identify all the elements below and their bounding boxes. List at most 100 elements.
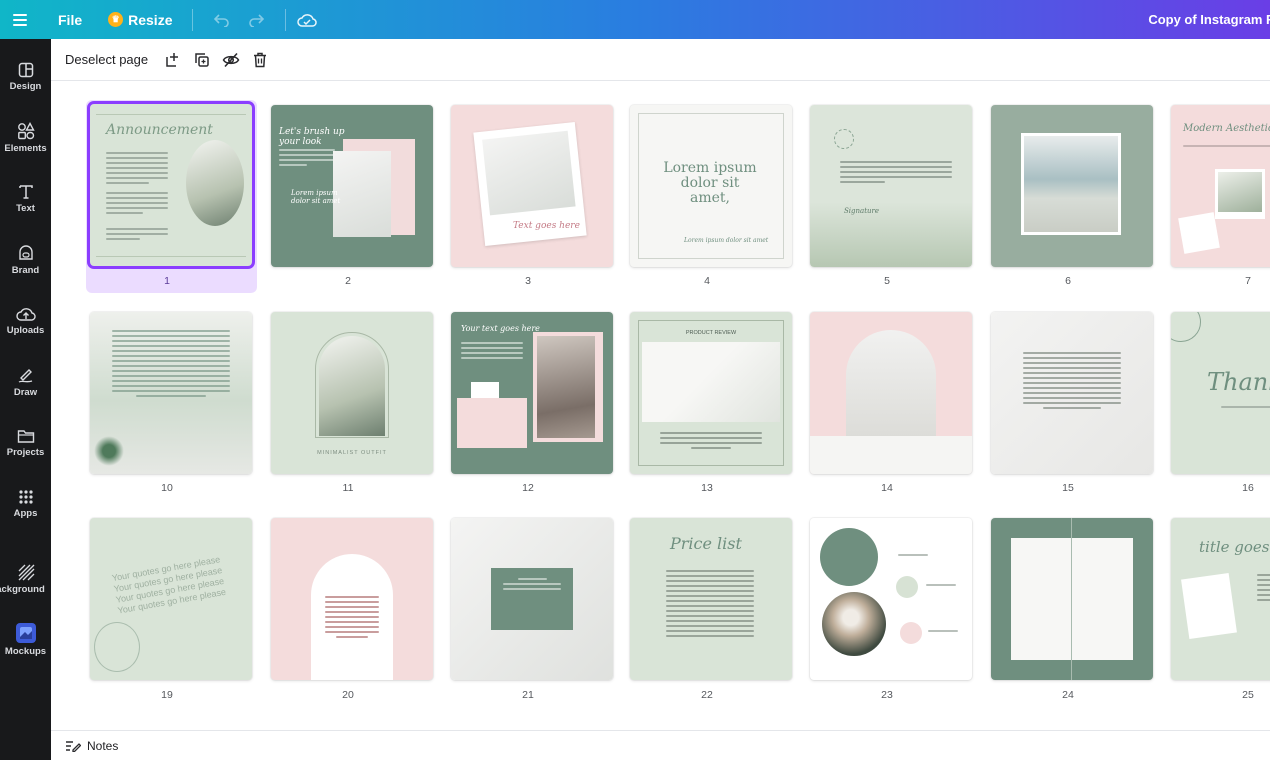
duplicate-page-button[interactable]	[187, 45, 216, 75]
upload-cloud-icon	[15, 308, 36, 321]
redo-button[interactable]	[239, 5, 273, 35]
notes-button[interactable]: Notes	[87, 739, 118, 753]
undo-icon	[214, 13, 230, 27]
page-thumbnail[interactable]: Signature	[810, 105, 972, 267]
page-thumbnail[interactable]: Modern Aesthetic	[1171, 105, 1270, 267]
sidebar-item-uploads[interactable]: Uploads	[0, 293, 51, 349]
sidebar-item-label: Uploads	[6, 325, 45, 336]
page-number: 3	[525, 275, 531, 287]
deselect-page-button[interactable]: Deselect page	[65, 52, 148, 67]
page-11-text: MINIMALIST OUTFIT	[317, 450, 387, 456]
background-icon	[18, 564, 34, 581]
sidebar-item-background[interactable]: ackground	[0, 551, 51, 607]
page-number: 11	[342, 482, 354, 494]
sidebar-item-label: Brand	[11, 265, 40, 276]
resize-button[interactable]: ♛ Resize	[108, 12, 172, 28]
sidebar-item-label: Draw	[13, 387, 38, 398]
sidebar-item-label: Mockups	[4, 646, 47, 657]
mockups-icon	[15, 623, 36, 643]
elements-icon	[17, 122, 35, 140]
page-thumbnail[interactable]: MINIMALIST OUTFIT	[271, 312, 433, 474]
sidebar-item-design[interactable]: Design	[0, 49, 51, 105]
page-number: 21	[522, 689, 534, 701]
page-thumbnail[interactable]	[991, 105, 1153, 267]
page-number: 4	[704, 275, 710, 287]
page-1-heading: Announcement	[106, 122, 213, 138]
add-page-icon	[165, 52, 178, 67]
page-number: 20	[342, 689, 354, 701]
trash-icon	[253, 52, 266, 67]
page-thumbnail[interactable]: Text goes here	[451, 105, 613, 267]
undo-button[interactable]	[205, 5, 239, 35]
sidebar-item-label: Design	[9, 81, 42, 92]
folder-icon	[17, 430, 34, 443]
sidebar-item-brand[interactable]: Brand	[0, 232, 51, 288]
cloud-save-button[interactable]	[290, 5, 324, 35]
page-thumbnail[interactable]	[991, 518, 1153, 680]
page-number: 10	[161, 482, 173, 494]
notes-icon	[66, 740, 81, 752]
sidebar-item-label: ackground	[0, 584, 45, 595]
main-menu-button[interactable]	[0, 0, 40, 39]
page-thumbnail[interactable]	[271, 518, 433, 680]
delete-page-button[interactable]	[245, 45, 274, 75]
page-thumbnail[interactable]: title goes	[1171, 518, 1270, 680]
page-thumbnail[interactable]	[810, 312, 972, 474]
document-title[interactable]: Copy of Instagram F	[1148, 0, 1270, 39]
page-thumbnail[interactable]	[991, 312, 1153, 474]
page-toolbar: Deselect page	[51, 39, 1270, 81]
page-thumbnail[interactable]: Announcement	[90, 104, 252, 266]
page-thumbnail[interactable]	[810, 518, 972, 680]
page-thumbnail[interactable]: Price list	[630, 518, 792, 680]
page-4-text: Lorem ipsum dolor sit amet,	[663, 160, 757, 206]
page-thumbnail[interactable]	[90, 312, 252, 474]
apps-grid-icon	[18, 490, 33, 504]
page-3-text: Text goes here	[513, 221, 580, 231]
page-number: 19	[161, 689, 173, 701]
pen-icon	[18, 369, 32, 383]
page-thumbnail[interactable]: Your text goes here	[451, 312, 613, 474]
design-icon	[18, 62, 33, 78]
sidebar-item-elements[interactable]: Elements	[0, 110, 51, 166]
duplicate-icon	[194, 52, 209, 67]
page-number: 16	[1242, 482, 1254, 494]
page-number: 5	[884, 275, 890, 287]
hamburger-icon	[13, 13, 27, 26]
page-thumbnail[interactable]: Let's brush up your look Lorem ipsum dolo…	[271, 105, 433, 267]
eye-slash-icon	[222, 52, 239, 67]
sidebar-item-projects[interactable]: Projects	[0, 415, 51, 471]
page-22-heading: Price list	[670, 534, 742, 553]
page-25-heading: title goes	[1199, 538, 1270, 556]
page-thumbnail[interactable]: Your quotes go here please Your quotes g…	[90, 518, 252, 680]
top-bar: File ♛ Resize Copy of Instagram F	[0, 0, 1270, 39]
page-number: 2	[345, 275, 351, 287]
sidebar-item-draw[interactable]: Draw	[0, 354, 51, 410]
sidebar-item-label: Projects	[6, 447, 45, 458]
resize-label: Resize	[128, 11, 173, 28]
sidebar-item-text[interactable]: Text	[0, 171, 51, 227]
page-7-heading: Modern Aesthetic	[1183, 123, 1270, 134]
add-page-button[interactable]	[158, 45, 187, 75]
page-number: 12	[522, 482, 534, 494]
page-thumbnail[interactable]	[451, 518, 613, 680]
sidebar-item-label: Apps	[13, 508, 38, 519]
sidebar-item-mockups[interactable]: Mockups	[0, 612, 51, 668]
page-number: 23	[881, 689, 893, 701]
page-grid: Announcement 1 Let's brush up your look …	[51, 82, 1270, 730]
page-number: 14	[881, 482, 893, 494]
sidebar-item-apps[interactable]: Apps	[0, 476, 51, 532]
page-number: 7	[1245, 275, 1251, 287]
brand-icon	[18, 245, 33, 260]
cloud-check-icon	[297, 13, 318, 27]
divider	[192, 8, 194, 31]
hide-page-button[interactable]	[216, 45, 245, 75]
left-sidebar: Design Elements Text Brand Uploads Draw …	[0, 39, 51, 760]
file-menu[interactable]: File	[58, 12, 82, 28]
page-number: 6	[1065, 275, 1071, 287]
page-thumbnail[interactable]: Lorem ipsum dolor sit amet, Lorem ipsum …	[630, 105, 792, 267]
page-number: 13	[701, 482, 713, 494]
text-icon	[18, 185, 33, 199]
page-thumbnail[interactable]: Thank y	[1171, 312, 1270, 474]
divider	[285, 8, 287, 31]
page-thumbnail[interactable]: PRODUCT REVIEW	[630, 312, 792, 474]
